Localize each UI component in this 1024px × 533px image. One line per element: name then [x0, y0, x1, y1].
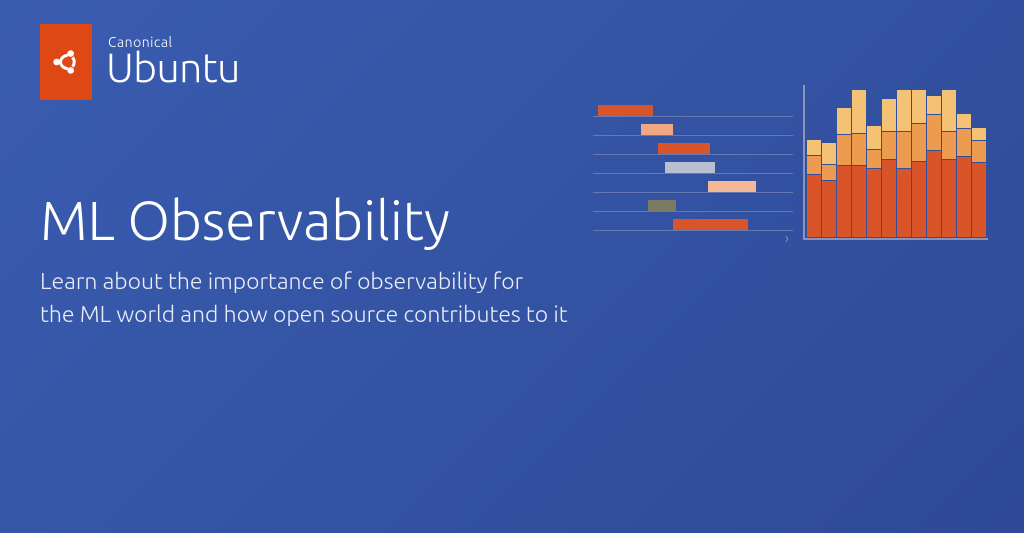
histogram-segment	[912, 90, 926, 123]
histogram-segment	[852, 90, 866, 133]
histogram-segment	[867, 126, 881, 150]
gantt-bar	[641, 124, 673, 135]
brand-logo: Canonical Ubuntu	[40, 24, 240, 100]
gantt-row	[593, 180, 793, 193]
histogram-segment	[882, 99, 896, 132]
histogram-segment	[957, 129, 971, 156]
histogram-segment	[957, 157, 971, 237]
histogram-segment	[927, 96, 941, 114]
logo-main: Ubuntu	[106, 44, 240, 90]
y-axis	[803, 85, 805, 240]
arrow-icon: ›	[785, 230, 789, 246]
histogram-segment	[972, 128, 986, 140]
histogram-segment	[822, 143, 836, 164]
histogram-segment	[927, 151, 941, 237]
histogram-column	[837, 90, 851, 238]
gantt-row	[593, 218, 793, 231]
histogram-segment	[852, 166, 866, 237]
histogram-segment	[972, 141, 986, 162]
histogram-segment	[807, 175, 821, 237]
histogram-segment	[942, 160, 956, 237]
subtitle-line-1: Learn about the importance of observabil…	[40, 269, 523, 294]
histogram-column	[852, 90, 866, 238]
decorative-chart-graphic: ›	[593, 80, 988, 250]
gantt-row	[593, 104, 793, 117]
histogram-segment	[912, 124, 926, 160]
histogram-segment	[897, 132, 911, 168]
gantt-chart-icon	[593, 100, 793, 250]
histogram-segment	[912, 162, 926, 237]
histogram-column	[927, 90, 941, 238]
histogram-segment	[942, 132, 956, 159]
gantt-row	[593, 142, 793, 155]
histogram-column	[822, 90, 836, 238]
histogram-column	[807, 90, 821, 238]
gantt-row	[593, 161, 793, 174]
histogram-segment	[807, 156, 821, 174]
histogram-column	[957, 90, 971, 238]
main-content: ML Observability Learn about the importa…	[40, 190, 568, 332]
histogram-segment	[867, 150, 881, 168]
gantt-bar	[665, 162, 715, 173]
gantt-bar	[658, 143, 710, 154]
histogram-segment	[822, 181, 836, 237]
logo-text: Canonical Ubuntu	[106, 34, 240, 90]
histogram-segment	[852, 134, 866, 165]
gantt-bar	[648, 200, 676, 211]
histogram-segment	[882, 160, 896, 237]
gantt-row	[593, 199, 793, 212]
histogram-segment	[972, 163, 986, 237]
histogram-column	[912, 90, 926, 238]
histogram-column	[897, 90, 911, 238]
ubuntu-icon	[40, 24, 92, 100]
subtitle: Learn about the importance of observabil…	[40, 265, 568, 332]
histogram-segment	[837, 135, 851, 165]
histogram-segment	[837, 108, 851, 135]
histogram-segment	[957, 114, 971, 129]
x-axis	[803, 238, 988, 240]
histogram-segment	[837, 166, 851, 237]
histogram-chart-icon: ›	[803, 85, 988, 250]
histogram-segment	[867, 169, 881, 237]
ubuntu-circle-of-friends-icon	[51, 47, 81, 77]
histogram-column	[867, 90, 881, 238]
page-title: ML Observability	[40, 190, 568, 251]
subtitle-line-2: the ML world and how open source contrib…	[40, 302, 568, 327]
histogram-segment	[927, 115, 941, 151]
gantt-row	[593, 123, 793, 136]
histogram-bars	[807, 90, 986, 238]
histogram-segment	[897, 90, 911, 131]
histogram-column	[882, 90, 896, 238]
histogram-column	[972, 90, 986, 238]
gantt-bar	[708, 181, 756, 192]
histogram-segment	[822, 165, 836, 180]
gantt-bar	[598, 105, 653, 116]
histogram-segment	[942, 90, 956, 131]
histogram-segment	[882, 132, 896, 159]
gantt-bar	[673, 219, 748, 230]
histogram-segment	[897, 169, 911, 237]
histogram-column	[942, 90, 956, 238]
histogram-segment	[807, 140, 821, 155]
